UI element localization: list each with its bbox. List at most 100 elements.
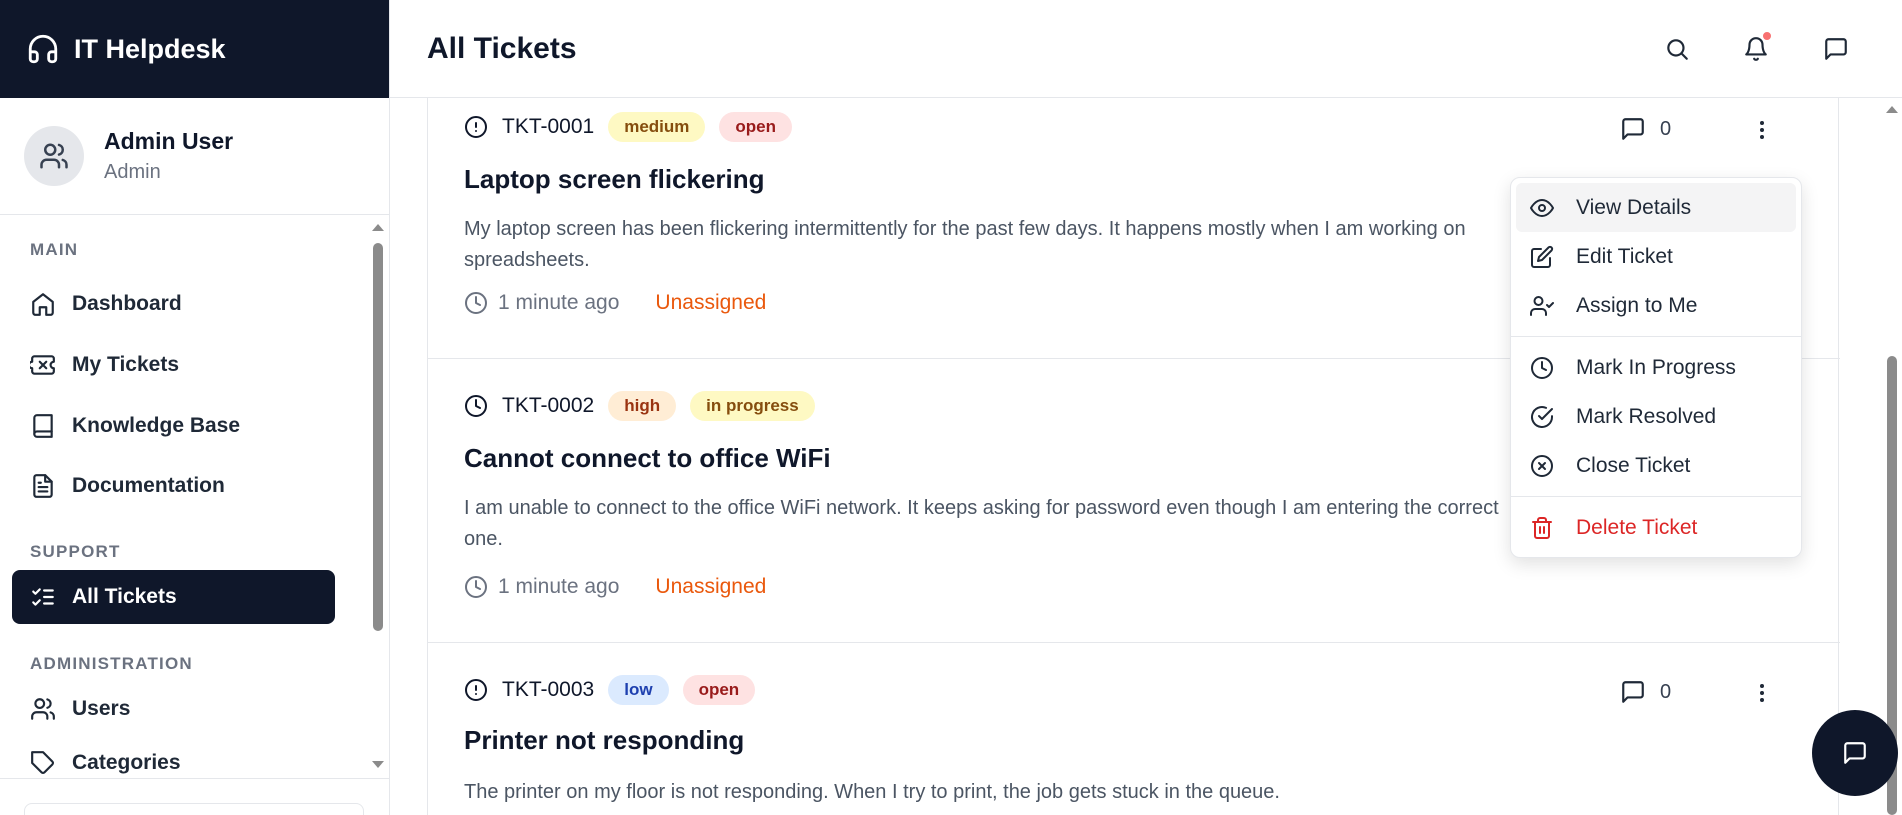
menu-item-mark-in-progress[interactable]: Mark In Progress: [1516, 343, 1796, 392]
x-circle-icon: [1531, 454, 1553, 477]
clock-icon: [465, 395, 487, 417]
status-badge: open: [682, 675, 756, 705]
message-square-icon: [1825, 38, 1847, 60]
ticket-time: 1 minute ago: [498, 291, 620, 314]
ticket-description: I am unable to connect to the office WiF…: [464, 497, 1499, 550]
menu-item-edit-ticket[interactable]: Edit Ticket: [1516, 232, 1796, 281]
menu-item-view-details[interactable]: View Details: [1516, 183, 1796, 232]
ticket-assignee: Unassigned: [655, 575, 767, 598]
brand-title: IT Helpdesk: [74, 33, 226, 64]
notifications-button[interactable]: [1741, 30, 1773, 64]
sidebar-item-label: Users: [72, 697, 131, 720]
sidebar-item-label: My Tickets: [72, 352, 179, 376]
nav-section-support: SUPPORT: [30, 542, 121, 561]
sidebar-item-label: Documentation: [72, 474, 225, 497]
ticket-title[interactable]: Laptop screen flickering: [464, 164, 765, 195]
message-square-icon: [1844, 742, 1866, 764]
status-badge: open: [719, 112, 793, 142]
notification-dot: [1761, 30, 1773, 42]
nav-section-administration: ADMINISTRATION: [30, 654, 193, 673]
priority-badge: low: [608, 675, 669, 705]
user-name: Admin User: [104, 128, 234, 154]
sidebar-footer: [0, 778, 389, 815]
ticket-title[interactable]: Cannot connect to office WiFi: [464, 443, 831, 474]
sidebar-item-label: Categories: [72, 751, 181, 774]
ticket-icon: [30, 354, 55, 375]
sidebar-item-all-tickets[interactable]: All Tickets: [12, 570, 335, 624]
ticket-actions-menu: View Details Edit Ticket Assign to Me Ma…: [1510, 177, 1802, 558]
message-square-icon: [1622, 118, 1644, 140]
ticket-more-button[interactable]: [1750, 681, 1774, 705]
menu-divider: [1511, 496, 1801, 497]
ticket-card[interactable]: TKT-0003 low open Printer not responding…: [428, 643, 1840, 815]
sidebar-item-dashboard[interactable]: Dashboard: [0, 274, 370, 334]
users-icon: [40, 143, 68, 169]
user-card[interactable]: Admin User Admin: [0, 98, 389, 215]
more-vertical-icon: [1760, 121, 1764, 139]
home-icon: [32, 293, 54, 316]
status-badge: in progress: [690, 391, 815, 421]
ticket-assignee: Unassigned: [655, 291, 767, 314]
sidebar: IT Helpdesk Admin User Admin MAIN Dashbo…: [0, 0, 390, 815]
message-square-icon: [1622, 681, 1644, 703]
menu-item-close-ticket[interactable]: Close Ticket: [1516, 441, 1796, 490]
menu-item-label: Edit Ticket: [1576, 244, 1673, 268]
menu-divider: [1511, 336, 1801, 337]
sidebar-item-documentation[interactable]: Documentation: [0, 456, 370, 516]
book-icon: [33, 413, 53, 438]
messages-button[interactable]: [1821, 34, 1851, 64]
menu-item-label: Delete Ticket: [1576, 515, 1698, 539]
users-icon: [31, 698, 55, 720]
ticket-id: TKT-0002: [502, 394, 595, 417]
menu-item-label: Mark Resolved: [1576, 404, 1717, 428]
ticket-time: 1 minute ago: [498, 575, 620, 598]
sidebar-scroll-thumb[interactable]: [373, 243, 383, 631]
priority-badge: high: [608, 391, 677, 421]
file-text-icon: [33, 474, 53, 498]
main-scrollbar[interactable]: [1882, 98, 1902, 815]
menu-item-label: Mark In Progress: [1576, 355, 1736, 379]
scroll-up-arrow-icon: [372, 224, 384, 231]
menu-item-label: Assign to Me: [1576, 293, 1698, 317]
top-header: All Tickets: [390, 0, 1902, 98]
sidebar-scrollbar[interactable]: [370, 216, 386, 778]
avatar: [24, 126, 84, 186]
ticket-id: TKT-0003: [502, 678, 595, 701]
chat-fab-button[interactable]: [1812, 710, 1898, 796]
sidebar-item-label: Knowledge Base: [72, 413, 241, 437]
user-role: Admin: [104, 161, 161, 183]
sidebar-item-my-tickets[interactable]: My Tickets: [0, 334, 370, 395]
page-title: All Tickets: [427, 31, 577, 65]
scroll-down-arrow-icon: [372, 761, 384, 768]
sidebar-item-categories[interactable]: Categories: [0, 736, 370, 778]
ticket-description: The printer on my floor is not respondin…: [464, 781, 1280, 803]
sidebar-item-label: Dashboard: [72, 292, 182, 315]
check-circle-icon: [1531, 405, 1553, 428]
ticket-title[interactable]: Printer not responding: [464, 725, 744, 756]
ticket-more-button[interactable]: [1750, 118, 1774, 142]
menu-item-mark-resolved[interactable]: Mark Resolved: [1516, 392, 1796, 441]
user-check-icon: [1530, 295, 1554, 316]
comment-count: 0: [1660, 117, 1672, 140]
menu-item-label: View Details: [1576, 195, 1692, 219]
menu-item-delete-ticket[interactable]: Delete Ticket: [1516, 503, 1796, 552]
menu-item-assign-to-me[interactable]: Assign to Me: [1516, 281, 1796, 330]
search-button[interactable]: [1662, 34, 1692, 64]
clock-icon: [1531, 356, 1553, 379]
clock-icon: [465, 292, 487, 314]
comments-count[interactable]: 0: [1620, 679, 1671, 705]
list-checks-icon: [32, 588, 54, 606]
clock-icon: [465, 576, 487, 598]
sidebar-item-knowledge-base[interactable]: Knowledge Base: [0, 395, 370, 456]
ticket-id: TKT-0001: [502, 115, 595, 138]
sidebar-footer-button[interactable]: [24, 803, 364, 815]
menu-item-label: Close Ticket: [1576, 453, 1691, 477]
trash-icon: [1532, 516, 1552, 539]
ticket-description: My laptop screen has been flickering int…: [464, 218, 1466, 271]
alert-circle-icon: [465, 116, 487, 138]
sidebar-item-users[interactable]: Users: [0, 682, 370, 736]
eye-icon: [1530, 198, 1554, 217]
search-icon: [1667, 39, 1688, 60]
tag-icon: [31, 751, 54, 774]
comments-count[interactable]: 0: [1620, 116, 1671, 142]
